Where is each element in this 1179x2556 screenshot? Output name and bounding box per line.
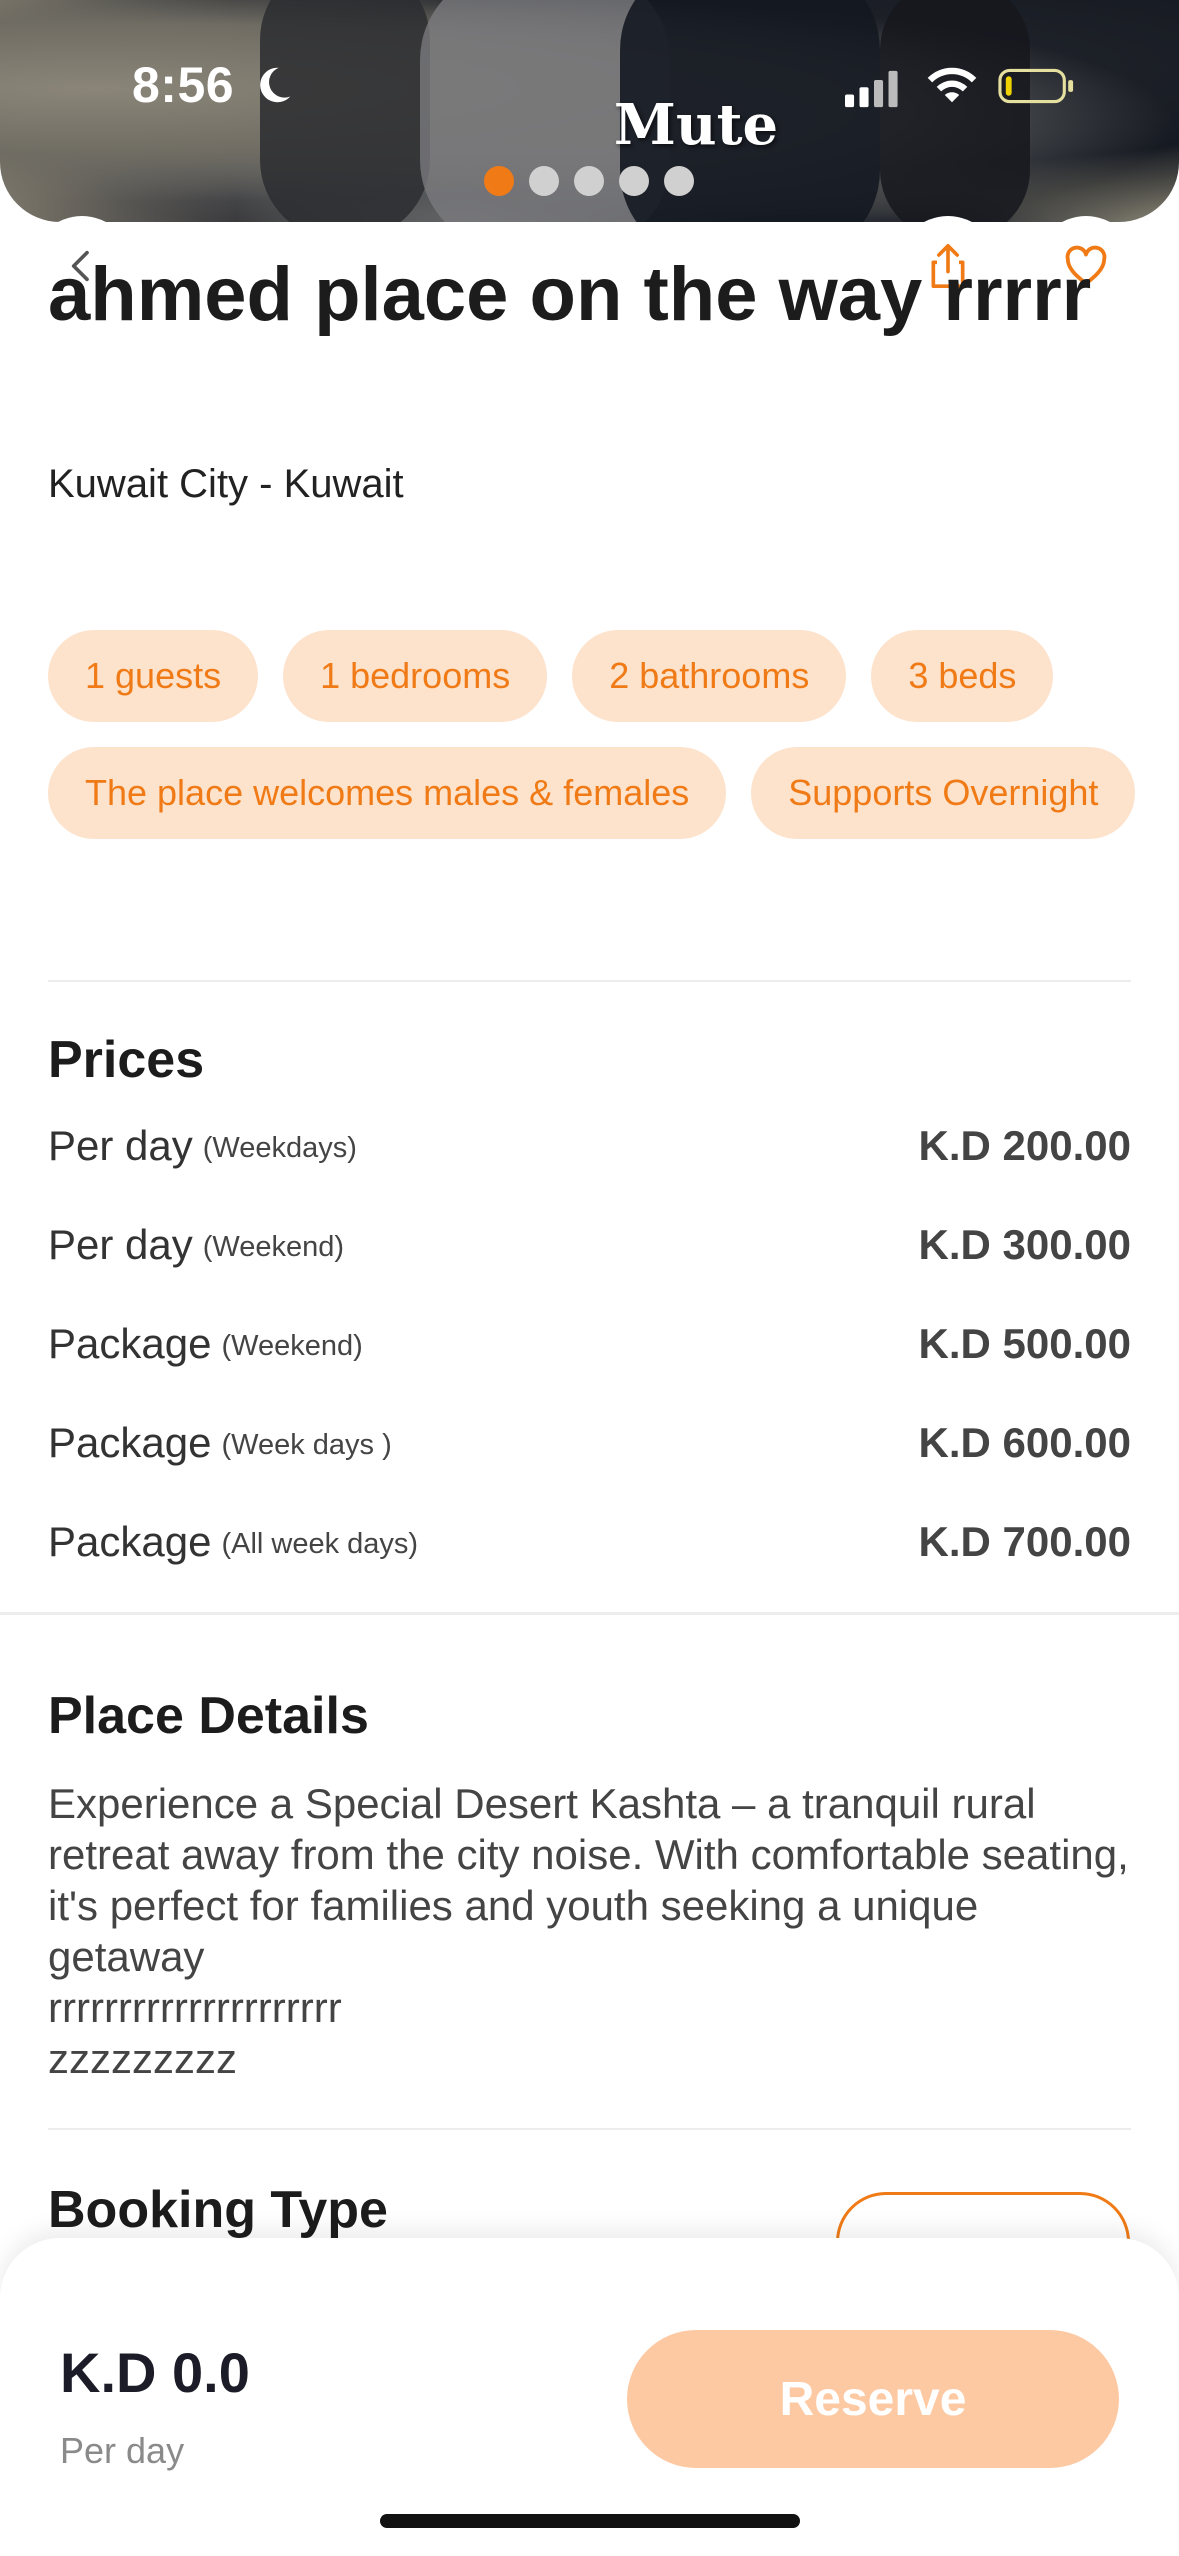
price-row: Per day (Weekend) K.D 300.00: [48, 1221, 1131, 1281]
price-value: K.D 500.00: [918, 1320, 1131, 1367]
bottom-reserve-bar: K.D 0.0 Per day Reserve: [0, 2238, 1179, 2556]
price-unit: Per day: [60, 2430, 185, 2471]
home-indicator: [380, 2514, 800, 2528]
tag-bathrooms: 2 bathrooms: [572, 630, 847, 722]
wifi-icon: [927, 67, 977, 103]
tag-guests: 1 guests: [48, 630, 259, 722]
feature-tags: 1 guests 1 bedrooms 2 bathrooms 3 beds T…: [48, 630, 1148, 839]
price-sub-label: (Weekdays): [202, 1132, 357, 1165]
price-row: Per day (Weekdays) K.D 200.00: [48, 1122, 1131, 1182]
price-label: Per day: [48, 1122, 193, 1169]
carousel-dot[interactable]: [574, 166, 604, 196]
divider: [48, 2128, 1131, 2130]
price-value: K.D 200.00: [918, 1122, 1131, 1169]
reserve-button[interactable]: Reserve: [627, 2330, 1119, 2468]
details-description: Experience a Special Desert Kashta – a t…: [48, 1780, 1129, 2082]
price-sub-label: (Weekend): [221, 1330, 363, 1363]
total-price: K.D 0.0: [60, 2341, 250, 2404]
details-title: Place Details: [48, 1687, 369, 1745]
place-location: Kuwait City - Kuwait: [48, 462, 404, 506]
carousel-dot[interactable]: [619, 166, 649, 196]
battery-icon: [998, 68, 1074, 104]
price-sub-label: (Weekend): [202, 1231, 345, 1264]
price-value: K.D 600.00: [918, 1419, 1131, 1466]
tag-gender-policy: The place welcomes males & females: [48, 747, 727, 839]
tag-bedrooms: 1 bedrooms: [283, 630, 548, 722]
price-row: Package (Week days ) K.D 600.00: [48, 1419, 1131, 1479]
divider: [48, 980, 1131, 982]
price-label: Per day: [48, 1221, 193, 1268]
tag-beds: 3 beds: [871, 630, 1054, 722]
price-label: Package: [48, 1419, 212, 1466]
price-value: K.D 700.00: [918, 1518, 1131, 1565]
section-divider: [0, 1612, 1179, 1615]
price-row: Package (Weekend) K.D 500.00: [48, 1320, 1131, 1380]
place-title: ahmed place on the way rrrrr: [48, 252, 1092, 337]
tag-overnight: Supports Overnight: [751, 747, 1136, 839]
prices-title: Prices: [48, 1031, 205, 1089]
booking-type-title: Booking Type: [48, 2181, 388, 2239]
price-sub-label: (Week days ): [221, 1429, 392, 1462]
carousel-dot[interactable]: [529, 166, 559, 196]
carousel-dot[interactable]: [484, 166, 514, 196]
moon-icon: [260, 67, 291, 103]
price-value: K.D 300.00: [918, 1221, 1131, 1268]
price-row: Package (All week days) K.D 700.00: [48, 1518, 1131, 1578]
status-time: 8:56: [132, 57, 235, 113]
carousel-dot[interactable]: [664, 166, 694, 196]
cellular-signal-icon: [845, 70, 898, 108]
price-label: Package: [48, 1320, 212, 1367]
carousel-dots: [484, 166, 694, 196]
price-sub-label: (All week days): [221, 1528, 419, 1561]
price-label: Package: [48, 1518, 212, 1565]
